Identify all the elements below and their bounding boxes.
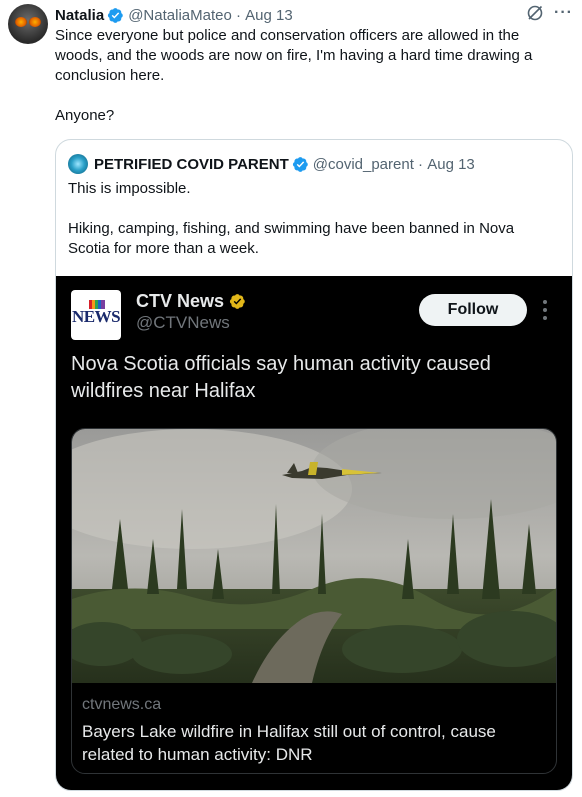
- tweet-date[interactable]: Aug 13: [245, 7, 293, 24]
- quote-text-line: This is impossible.: [68, 180, 191, 197]
- link-title-line: Bayers Lake wildfire in Halifax still ou…: [82, 722, 496, 741]
- ctv-news-logo: NEWS: [71, 290, 121, 340]
- verified-gold-badge-icon: [229, 294, 245, 309]
- link-card: ctvnews.ca Bayers Lake wildfire in Halif…: [71, 428, 557, 774]
- tweet-date: Aug 13: [427, 155, 475, 173]
- link-domain: ctvnews.ca: [82, 696, 162, 713]
- tweet-text-line: conclusion here.: [55, 67, 165, 84]
- avatar-eye-icon: [15, 17, 27, 27]
- embed-handle: @CTVNews: [136, 313, 230, 332]
- verified-badge-icon: [108, 7, 123, 23]
- logo-text: NEWS: [71, 307, 121, 326]
- quote-text-line: Hiking, camping, fishing, and swimming h…: [68, 220, 515, 237]
- embed-headline: Nova Scotia officials say human activity…: [71, 351, 556, 405]
- separator-dot: ·: [413, 155, 428, 173]
- avatar[interactable]: [8, 4, 48, 44]
- tweet-text: Since everyone but police and conservati…: [55, 26, 575, 126]
- separator-dot: ·: [231, 6, 246, 24]
- verified-badge-icon: [292, 156, 308, 172]
- display-name: PETRIFIED COVID PARENT: [94, 155, 289, 173]
- headline-line: Nova Scotia officials say human activity…: [71, 353, 491, 375]
- tweet-text-line: Anyone?: [55, 107, 115, 124]
- avatar-eye-icon: [29, 17, 41, 27]
- quote-header: PETRIFIED COVID PARENT @covid_parent · A…: [68, 154, 475, 174]
- avatar: [68, 154, 88, 174]
- embed-display-name: CTV News: [136, 291, 225, 311]
- slash-circle-icon[interactable]: [526, 4, 544, 22]
- quote-text: This is impossible. Hiking, camping, fis…: [68, 179, 558, 259]
- display-name: CTV News: [136, 291, 246, 312]
- main-tweet: Natalia @NataliaMateo · Aug 13 ··· Since…: [55, 4, 575, 126]
- tweet-text-line: Since everyone but police and conservati…: [55, 27, 520, 44]
- follow-button: Follow: [419, 294, 527, 326]
- wildfire-aircraft-photo: [72, 429, 556, 683]
- display-name[interactable]: Natalia: [55, 7, 104, 24]
- quoted-tweet[interactable]: PETRIFIED COVID PARENT @covid_parent · A…: [55, 139, 573, 791]
- link-title-line: related to human activity: DNR: [82, 745, 313, 764]
- tweet-text-line: woods, and the woods are now on fire, I'…: [55, 47, 533, 64]
- header-actions: ···: [526, 4, 573, 22]
- handle: @covid_parent: [312, 155, 414, 173]
- link-title: Bayers Lake wildfire in Halifax still ou…: [82, 720, 547, 766]
- headline-line: wildfires near Halifax: [71, 380, 256, 402]
- embedded-post-image[interactable]: NEWS CTV News @CTVNews Follow Nova Scoti…: [56, 276, 572, 790]
- quote-text-line: Scotia for more than a week.: [68, 240, 259, 257]
- more-horizontal-icon[interactable]: ···: [554, 4, 573, 22]
- tweet-header: Natalia @NataliaMateo · Aug 13 ···: [55, 4, 575, 26]
- handle[interactable]: @NataliaMateo: [128, 7, 232, 24]
- more-vertical-icon: [543, 300, 549, 320]
